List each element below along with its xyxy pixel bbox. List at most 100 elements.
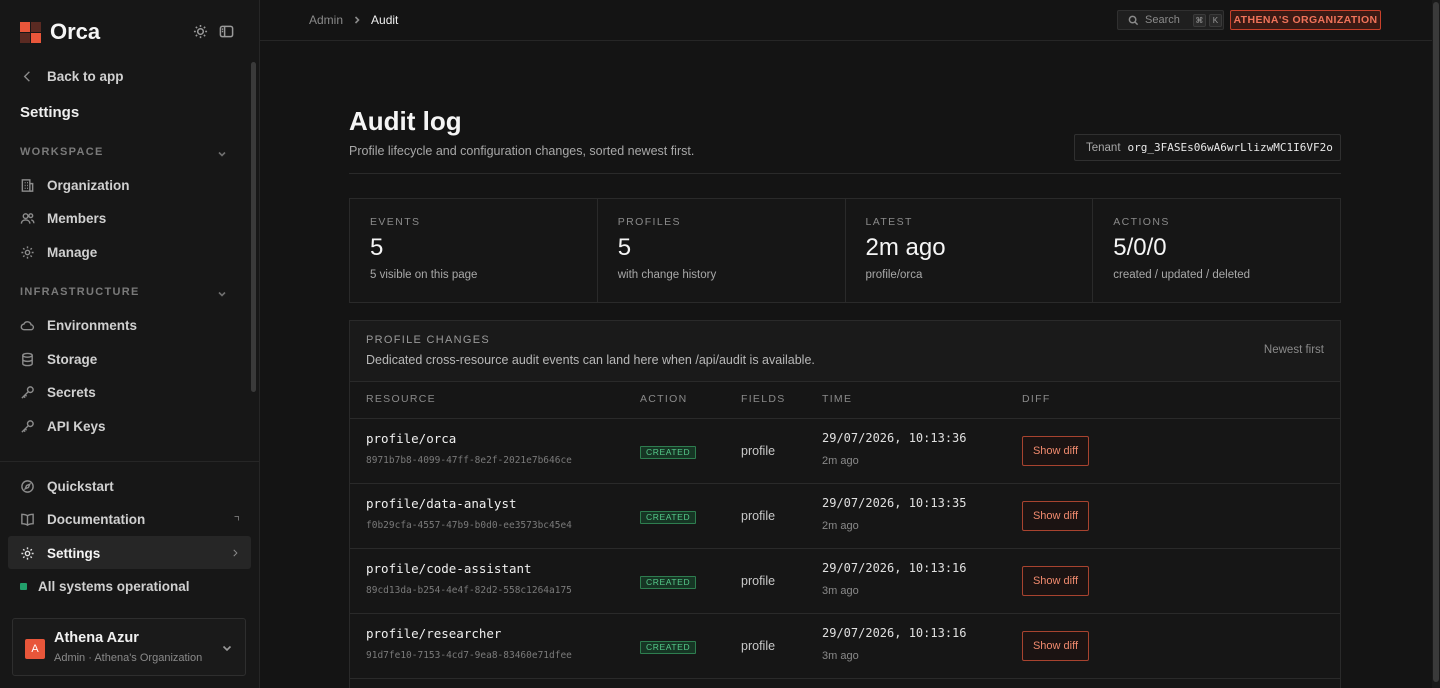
sidebar-item-documentation[interactable]: Documentation [20,509,240,529]
fields-value: profile [741,444,776,458]
sidebar-item-environments[interactable]: Environments [20,315,137,335]
sidebar-toggle-icon[interactable] [218,23,234,39]
sidebar-divider [0,461,259,462]
event-time: 29/07/2026, 10:13:16 [822,561,967,575]
sun-icon[interactable] [192,23,208,39]
action-badge: CREATED [640,511,697,524]
user-menu[interactable]: A Athena Azur Admin · Athena's Organizat… [12,618,246,676]
panel-header: PROFILE CHANGES Dedicated cross-resource… [350,321,1340,382]
sidebar-item-label: Settings [47,545,101,561]
status-dot-icon [20,582,27,590]
sidebar-item-label: API Keys [47,418,106,434]
user-name: Athena Azur [54,630,139,646]
table-row: profile/code-assistant 89cd13da-b254-4e4… [350,549,1340,614]
stat-label: LATEST [865,216,913,228]
sidebar-item-label: Quickstart [47,478,114,494]
settings-heading: Settings [20,104,80,121]
topbar: Admin Audit Search ⌘ K ATHENA'S ORGANIZA… [260,0,1440,41]
sidebar-item-label: Storage [47,351,98,367]
resource-id: 8971b7b8-4099-47ff-8e2f-2021e7b646ce [366,455,572,466]
resource-id: f0b29cfa-4557-47b9-b0d0-ee3573bc45e4 [366,520,572,531]
event-ago: 2m ago [822,455,859,467]
chevron-down-icon[interactable] [217,147,227,157]
users-icon [20,212,35,224]
sidebar-item-label: Secrets [47,384,96,400]
sidebar-item-organization[interactable]: Organization [20,175,130,195]
show-diff-button[interactable]: Show diff [1022,566,1089,596]
sidebar-item-label: Documentation [47,511,146,527]
event-ago: 2m ago [822,520,859,532]
back-to-app-link[interactable]: Back to app [20,66,124,86]
status-label: All systems operational [38,578,190,594]
stat-value: 5 [370,234,384,261]
book-icon [21,513,34,526]
tenant-id: org_3FASEs06wA6wrLlizwMC1I6VF2o [1127,141,1333,154]
stat-latest: LATEST 2m ago profile/orca [846,199,1094,302]
stat-sub: profile/orca [865,269,923,281]
sidebar-item-manage[interactable]: Manage [20,242,97,262]
stat-actions: ACTIONS 5/0/0 created / updated / delete… [1093,199,1340,302]
page-subtitle: Profile lifecycle and configuration chan… [349,144,695,158]
sidebar-item-label: Organization [47,177,130,193]
stat-label: ACTIONS [1113,216,1170,228]
event-ago: 3m ago [822,585,859,597]
sidebar-item-storage[interactable]: Storage [20,349,97,369]
chevron-down-icon [221,642,233,657]
sidebar-item-secrets[interactable]: Secrets [20,382,96,402]
breadcrumb-admin[interactable]: Admin [309,13,343,27]
sidebar-item-settings[interactable]: Settings [20,543,240,563]
resource-name: profile/orca [366,431,457,446]
database-icon [22,352,33,366]
kbd-cmd: ⌘ [1192,13,1206,27]
sidebar-item-members[interactable]: Members [20,208,106,228]
sidebar-item-label: Environments [47,317,138,333]
sort-label[interactable]: Newest first [1264,344,1324,356]
panel-title: PROFILE CHANGES [366,334,491,346]
avatar: A [25,639,45,659]
resource-name: profile/researcher [366,626,502,641]
search-input[interactable]: Search ⌘ K [1117,10,1224,30]
brand[interactable]: Orca [20,19,100,44]
chevron-down-icon[interactable] [217,287,227,297]
action-badge: CREATED [640,641,697,654]
sidebar-scrollbar[interactable] [251,62,256,392]
system-status[interactable]: All systems operational [20,576,190,596]
show-diff-button[interactable]: Show diff [1022,436,1089,466]
stat-label: PROFILES [617,216,681,228]
panel-description: Dedicated cross-resource audit events ca… [366,353,815,367]
stat-value: 5 [617,234,632,261]
stat-sub: with change history [617,269,717,281]
key-icon [21,385,34,399]
event-ago: 3m ago [822,650,859,662]
show-diff-button[interactable]: Show diff [1022,631,1089,661]
workspace-section-title[interactable]: WORKSPACE [20,146,104,158]
page-scrollbar[interactable] [1432,0,1440,688]
cloud-icon [20,320,35,330]
event-time: 29/07/2026, 10:13:35 [822,496,967,510]
page-title: Audit log [349,106,462,136]
tenant-badge: Tenant org_3FASEs06wA6wrLlizwMC1I6VF2o [1074,134,1341,161]
chevron-right-icon [353,13,361,27]
compass-icon [21,479,34,493]
sidebar-item-api-keys[interactable]: API Keys [20,416,106,436]
external-link-icon [234,516,239,521]
search-placeholder: Search [1145,14,1180,26]
show-diff-button[interactable]: Show diff [1022,501,1089,531]
stat-label: EVENTS [370,216,421,228]
sidebar: Orca Back to app Settings WORKSPACE Orga… [0,0,260,688]
page-scrollbar-thumb[interactable] [1433,2,1439,682]
stat-profiles: PROFILES 5 with change history [598,199,846,302]
sidebar-item-quickstart[interactable]: Quickstart [20,476,114,496]
header-divider [349,173,1341,174]
resource-id: 89cd13da-b254-4e4f-82d2-558c1264a175 [366,585,572,596]
stat-value: 2m ago [865,234,946,261]
user-role: Admin · Athena's Organization [54,652,203,664]
key-icon [21,419,34,433]
breadcrumb: Admin Audit [309,13,398,27]
fields-value: profile [741,509,776,523]
org-badge[interactable]: ATHENA'S ORGANIZATION [1230,10,1381,30]
column-header-diff: DIFF [1022,393,1051,405]
gear-icon [21,245,34,259]
chevron-right-icon [233,549,238,557]
infrastructure-section-title[interactable]: INFRASTRUCTURE [20,286,140,298]
